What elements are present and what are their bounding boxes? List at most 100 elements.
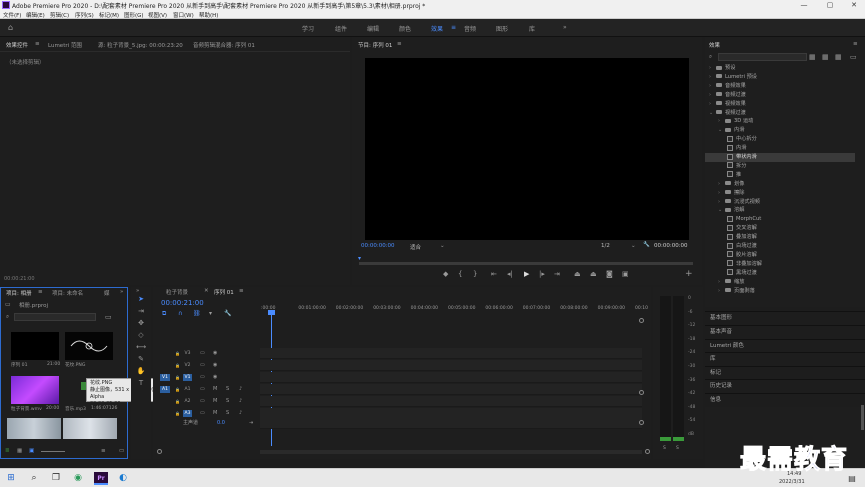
panel-menu-icon[interactable]: ≡ (239, 288, 244, 294)
export-frame-icon[interactable]: ◙ (606, 270, 613, 278)
chevron-down-icon[interactable]: ⌄ (718, 206, 725, 215)
workspace-assembly[interactable]: 组件 (335, 24, 347, 33)
master-volume-value[interactable]: 0.0 (217, 418, 225, 429)
effects-folder[interactable]: › 音频过渡 (705, 91, 855, 100)
effects-item[interactable]: 胶片溶解 (705, 251, 855, 260)
menu-clip[interactable]: 剪辑(C) (50, 11, 69, 19)
menu-window[interactable]: 窗口(W) (173, 11, 194, 19)
effects-item[interactable]: 内滑 (705, 144, 855, 153)
effects-folder[interactable]: › 音频效果 (705, 82, 855, 91)
effects-folder[interactable]: ⌄ 视频过渡 (705, 109, 855, 118)
source-patch-a1[interactable]: A1 (160, 386, 170, 393)
tab-effects[interactable]: 效果 (709, 41, 720, 49)
chevron-right-icon[interactable]: › (718, 189, 725, 198)
effects-item[interactable]: 非叠加溶解 (705, 260, 855, 269)
track-label[interactable]: A2 (183, 398, 192, 405)
effects-item[interactable]: 带状内滑 (705, 153, 855, 162)
extract-icon[interactable]: ⏏ (590, 270, 597, 278)
tab-project-untitled[interactable]: 项目: 未命名 (52, 289, 83, 297)
workspace-more-button[interactable]: » (563, 24, 567, 31)
scroll-handle[interactable] (645, 449, 650, 454)
chevron-right-icon[interactable]: › (709, 91, 716, 100)
more-tabs-icon[interactable]: » (120, 289, 123, 295)
tab-particle-bg[interactable]: 粒子背景 (166, 288, 188, 296)
photo-thumbnail[interactable] (7, 418, 61, 439)
chevron-right-icon[interactable]: › (718, 180, 725, 189)
effects-folder[interactable]: › 缩放 (705, 278, 855, 287)
sync-lock-icon[interactable]: ▭ (200, 384, 205, 395)
sync-lock-icon[interactable]: ▭ (200, 360, 205, 371)
comparison-view-icon[interactable]: ▣ (622, 270, 629, 278)
premiere-pro-taskbar-icon[interactable]: Pr (94, 472, 108, 485)
zoom-slider[interactable] (41, 451, 65, 452)
effects-item[interactable]: 交叉溶解 (705, 224, 855, 233)
mic-icon[interactable]: ♪ (239, 384, 242, 395)
chevron-right-icon[interactable]: › (709, 64, 716, 73)
scroll-handle[interactable] (157, 449, 162, 454)
timeline-horizontal-scrollbar[interactable] (260, 450, 642, 454)
info-panel[interactable]: 信息 (705, 393, 865, 406)
effects-item[interactable]: 拆分 (705, 162, 855, 171)
effects-folder[interactable]: › Lumetri 预设 (705, 73, 855, 82)
eye-icon[interactable]: ◉ (213, 348, 217, 359)
essential-sound-panel[interactable]: 基本声音 (705, 325, 865, 338)
essential-graphics-panel[interactable]: 基本图形 (705, 311, 865, 324)
photo-thumbnail[interactable] (63, 418, 117, 439)
solo-left-button[interactable]: S (663, 446, 666, 451)
workspace-editing[interactable]: 编辑 (367, 24, 379, 33)
lock-icon[interactable]: 🔒 (175, 384, 180, 395)
program-timecode[interactable]: 00:00:00:00 (361, 243, 395, 249)
effects-item[interactable]: 白场过渡 (705, 242, 855, 251)
menu-sequence[interactable]: 序列(S) (75, 11, 94, 19)
workspace-learn[interactable]: 学习 (302, 24, 314, 33)
panel-menu-icon[interactable]: ≡ (397, 41, 402, 47)
timeline-timecode[interactable]: 00:00:21:00 (161, 299, 204, 307)
chevron-right-icon[interactable]: › (718, 198, 725, 207)
mark-in-icon[interactable]: { (458, 270, 462, 278)
workspace-graphics[interactable]: 图形 (496, 24, 508, 33)
32bit-effects-icon[interactable]: ▦ (822, 53, 829, 61)
new-item-icon[interactable]: ▭ (119, 448, 124, 454)
tab-audio-clip-mixer[interactable]: 音频剪辑混合器: 序列 01 (193, 41, 255, 49)
go-to-out-icon[interactable]: ⇥ (554, 270, 560, 278)
track-label[interactable]: V1 (183, 374, 192, 381)
workspace-libraries[interactable]: 库 (529, 24, 535, 33)
ripple-edit-tool-icon[interactable]: ✥ (136, 318, 146, 328)
workspace-color[interactable]: 颜色 (399, 24, 411, 33)
razor-tool-icon[interactable]: ◇ (136, 330, 146, 340)
fit-dropdown[interactable]: 适合 (410, 243, 421, 251)
particle-bg-thumbnail[interactable] (11, 376, 59, 404)
effects-item[interactable]: 黑场过渡 (705, 269, 855, 278)
sync-lock-icon[interactable]: ▭ (200, 396, 205, 407)
edge-browser-icon[interactable]: ◐ (116, 472, 130, 485)
panel-menu-icon[interactable]: ≡ (38, 289, 43, 295)
search-icon[interactable]: ⌕ (27, 472, 41, 485)
slip-tool-icon[interactable]: ⟷ (136, 342, 146, 352)
panel-menu-icon[interactable]: ≡ (853, 41, 858, 47)
task-view-icon[interactable]: ❐ (49, 472, 63, 485)
menu-edit[interactable]: 编辑(E) (26, 11, 45, 19)
accelerated-effects-icon[interactable]: ▦ (809, 53, 816, 61)
lock-icon[interactable]: 🔒 (175, 348, 180, 359)
lock-icon[interactable]: 🔒 (175, 396, 180, 407)
add-marker-icon[interactable]: ◆ (443, 270, 448, 278)
program-video-frame[interactable] (365, 58, 689, 240)
tab-source[interactable]: 源: 粒子背景_5.jpg: 00:00:23:20 (98, 41, 183, 49)
effects-item[interactable]: 叠加溶解 (705, 233, 855, 242)
workspace-audio[interactable]: 音频 (464, 24, 476, 33)
effects-item[interactable]: 推 (705, 171, 855, 180)
project-search-input[interactable] (14, 313, 96, 321)
playhead-bar[interactable] (359, 262, 693, 265)
new-bin-icon[interactable]: ▭ (105, 313, 112, 321)
play-icon[interactable]: ▶ (524, 270, 529, 278)
track-label[interactable]: A1 (183, 386, 192, 393)
yuv-effects-icon[interactable]: ▦ (835, 53, 842, 61)
master-track-lane[interactable] (260, 418, 642, 429)
track-lane[interactable] (260, 372, 642, 383)
workspace-effects[interactable]: 效果 (431, 24, 443, 33)
panel-menu-icon[interactable]: ≡ (35, 41, 40, 47)
track-lane[interactable] (260, 396, 642, 407)
icon-view-icon[interactable]: ▦ (17, 448, 22, 454)
home-icon[interactable]: ⌂ (8, 23, 13, 32)
libraries-panel[interactable]: 库 (705, 352, 865, 365)
